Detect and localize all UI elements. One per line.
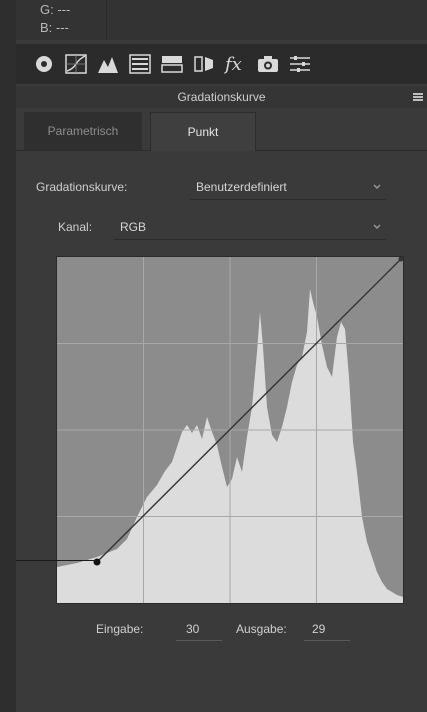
input-underline — [176, 640, 222, 641]
output-underline — [304, 640, 350, 641]
input-label: Eingabe: — [96, 622, 144, 636]
curve-mode-tabs: Parametrisch Punkt — [16, 112, 427, 151]
output-value[interactable]: 29 — [312, 622, 348, 636]
chevron-down-icon — [373, 184, 381, 189]
camera-calibration-icon[interactable] — [256, 52, 280, 76]
panel-header: Gradationskurve — [16, 86, 427, 108]
blue-readout: B: --- — [40, 20, 69, 35]
chevron-down-icon — [373, 224, 381, 229]
tone-curve-icon[interactable] — [64, 52, 88, 76]
input-value[interactable]: 30 — [186, 622, 222, 636]
input-output-row: Eingabe: 30 Ausgabe: 29 — [16, 620, 427, 650]
output-label: Ausgabe: — [236, 622, 287, 636]
split-toning-icon[interactable] — [160, 52, 184, 76]
left-panel-strip — [0, 0, 16, 712]
curve-preset-label: Gradationskurve: — [36, 180, 128, 194]
curve-preset-row: Gradationskurve: — [36, 180, 127, 194]
panel-title: Gradationskurve — [177, 90, 266, 104]
panel-menu-icon[interactable] — [413, 93, 423, 101]
curve-left-segment — [16, 560, 96, 562]
channel-select[interactable]: RGB — [114, 217, 386, 240]
tab-parametric[interactable]: Parametrisch — [24, 112, 142, 150]
readout-divider — [106, 0, 107, 40]
presets-icon[interactable] — [288, 52, 312, 76]
channel-value: RGB — [120, 220, 147, 234]
tab-point[interactable]: Punkt — [150, 112, 256, 151]
basic-panel-icon[interactable] — [32, 52, 56, 76]
effects-icon[interactable]: fx — [224, 52, 248, 76]
green-readout: G: --- — [40, 2, 71, 17]
panel-toolbar: fx — [16, 44, 427, 84]
channel-label: Kanal: — [58, 220, 93, 234]
curve-preset-select[interactable]: Benutzerdefiniert — [190, 177, 386, 200]
color-readout: G: --- B: --- — [16, 0, 427, 40]
hsl-icon[interactable] — [128, 52, 152, 76]
tone-curve-graph[interactable] — [56, 256, 404, 604]
detail-icon[interactable] — [96, 52, 120, 76]
curve-preset-value: Benutzerdefiniert — [196, 180, 287, 194]
svg-text:fx: fx — [224, 54, 242, 75]
channel-row: Kanal: — [58, 220, 92, 234]
lens-icon[interactable] — [192, 52, 216, 76]
